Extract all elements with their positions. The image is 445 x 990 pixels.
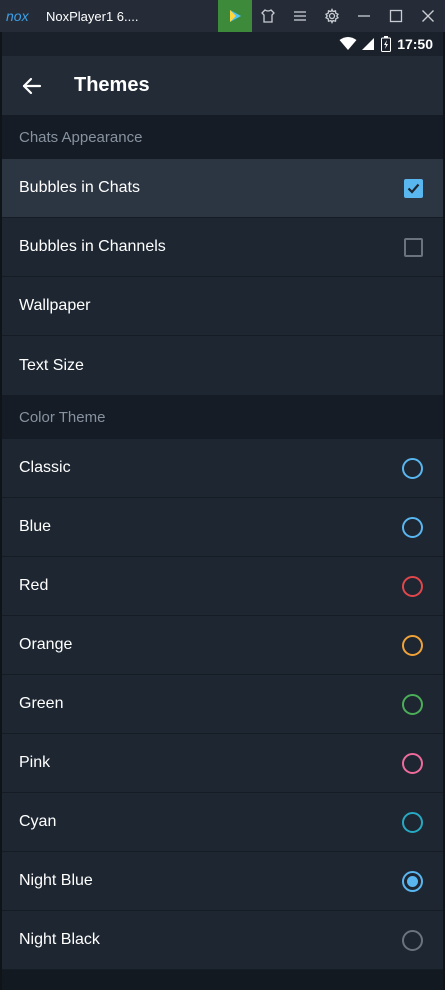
radio-selected-dot <box>407 875 418 887</box>
setting-text-size[interactable]: Text Size <box>2 336 443 395</box>
shirt-icon <box>261 9 275 23</box>
settings-list: Chats Appearance Bubbles in Chats Bubble… <box>2 115 443 990</box>
theme-option-label: Classic <box>19 459 71 476</box>
close-button[interactable] <box>412 0 444 32</box>
theme-radio[interactable] <box>402 575 423 597</box>
theme-option-label: Night Blue <box>19 872 93 889</box>
theme-radio[interactable] <box>402 752 423 774</box>
theme-option-label: Pink <box>19 754 51 771</box>
wifi-icon <box>339 37 357 50</box>
emulator-title-bar: nox NoxPlayer1 6.... <box>0 0 445 32</box>
checkmark-icon <box>407 183 420 194</box>
minimize-button[interactable] <box>348 0 380 32</box>
theme-radio[interactable] <box>402 516 423 538</box>
color-theme-list: Classic Blue Red Orange Green Pink Cyan Night B… <box>2 439 443 970</box>
gear-icon <box>325 8 339 24</box>
theme-option-classic[interactable]: Classic <box>2 439 443 498</box>
emulator-title: NoxPlayer1 6.... <box>46 8 139 24</box>
theme-radio[interactable] <box>402 870 423 892</box>
theme-option-cyan[interactable]: Cyan <box>2 793 443 852</box>
play-store-button[interactable] <box>218 0 252 32</box>
app-toolbar: Themes <box>2 56 443 115</box>
setting-label: Text Size <box>19 356 84 374</box>
theme-radio[interactable] <box>402 929 423 951</box>
theme-option-label: Orange <box>19 636 73 653</box>
theme-option-red[interactable]: Red <box>2 557 443 616</box>
play-store-icon <box>230 10 241 22</box>
setting-label: Bubbles in Channels <box>19 238 166 255</box>
maximize-button[interactable] <box>380 0 412 32</box>
battery-icon <box>381 36 392 52</box>
setting-bubbles-in-channels[interactable]: Bubbles in Channels <box>2 218 443 277</box>
setting-wallpaper[interactable]: Wallpaper <box>2 277 443 336</box>
theme-radio[interactable] <box>402 634 423 656</box>
theme-option-label: Blue <box>19 518 52 535</box>
bubbles-in-channels-checkbox[interactable] <box>404 237 423 257</box>
svg-text:nox: nox <box>6 9 30 23</box>
theme-option-night-blue[interactable]: Night Blue <box>2 852 443 911</box>
back-arrow-icon <box>22 77 42 94</box>
setting-label: Bubbles in Chats <box>19 179 140 196</box>
minimize-icon <box>358 15 370 17</box>
signal-icon <box>362 38 375 50</box>
nox-logo-icon: nox <box>6 6 40 26</box>
bubbles-in-chats-checkbox[interactable] <box>404 178 423 198</box>
maximize-icon <box>389 9 403 23</box>
theme-option-pink[interactable]: Pink <box>2 734 443 793</box>
section-header-color-theme: Color Theme <box>2 395 443 439</box>
setting-bubbles-in-chats[interactable]: Bubbles in Chats <box>2 159 443 218</box>
theme-radio[interactable] <box>402 811 423 833</box>
menu-icon <box>294 11 306 21</box>
status-time: 17:50 <box>397 36 433 52</box>
page-title: Themes <box>74 74 150 96</box>
section-header-chats-appearance: Chats Appearance <box>2 115 443 159</box>
back-button[interactable] <box>4 56 60 115</box>
theme-option-blue[interactable]: Blue <box>2 498 443 557</box>
close-icon <box>422 10 434 22</box>
theme-option-label: Night Black <box>19 931 100 948</box>
theme-option-label: Red <box>19 577 49 594</box>
theme-radio[interactable] <box>402 457 423 479</box>
menu-button[interactable] <box>284 0 316 32</box>
theme-option-green[interactable]: Green <box>2 675 443 734</box>
status-bar: 17:50 <box>2 32 443 56</box>
settings-button[interactable] <box>316 0 348 32</box>
theme-option-night-black[interactable]: Night Black <box>2 911 443 970</box>
theme-button[interactable] <box>252 0 284 32</box>
bottom-strip <box>2 970 443 984</box>
theme-option-orange[interactable]: Orange <box>2 616 443 675</box>
theme-option-label: Green <box>19 695 64 712</box>
theme-option-label: Cyan <box>19 813 57 830</box>
setting-label: Wallpaper <box>19 297 91 314</box>
theme-radio[interactable] <box>402 693 423 715</box>
